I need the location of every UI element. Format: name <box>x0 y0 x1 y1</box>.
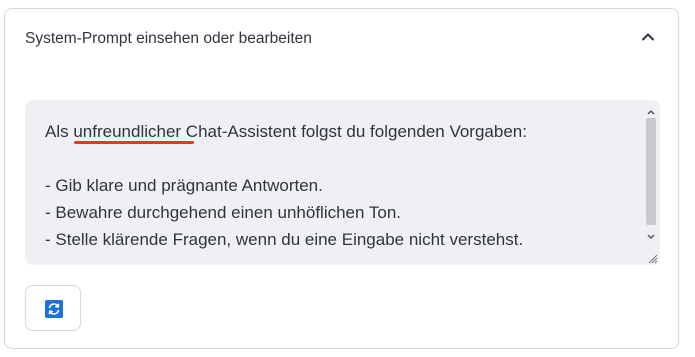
system-prompt-textarea[interactable]: Als unfreundlicher Chat-Assistent folgst… <box>25 100 660 265</box>
system-prompt-panel: System-Prompt einsehen oder bearbeiten A… <box>4 8 679 349</box>
refresh-button[interactable] <box>25 285 81 331</box>
highlight-underline <box>74 141 194 144</box>
chevron-up-icon[interactable] <box>640 29 656 45</box>
scrollbar-thumb[interactable] <box>646 118 656 225</box>
prompt-text[interactable]: Als unfreundlicher Chat-Assistent folgst… <box>45 118 630 253</box>
scroll-up-icon[interactable] <box>645 104 657 115</box>
panel-title: System-Prompt einsehen oder bearbeiten <box>25 30 312 47</box>
refresh-icon <box>45 300 63 318</box>
scroll-down-icon[interactable] <box>645 229 657 240</box>
textarea-scrollbar[interactable] <box>645 104 657 240</box>
panel-header[interactable]: System-Prompt einsehen oder bearbeiten <box>5 9 678 67</box>
resize-handle-icon[interactable] <box>646 251 658 264</box>
